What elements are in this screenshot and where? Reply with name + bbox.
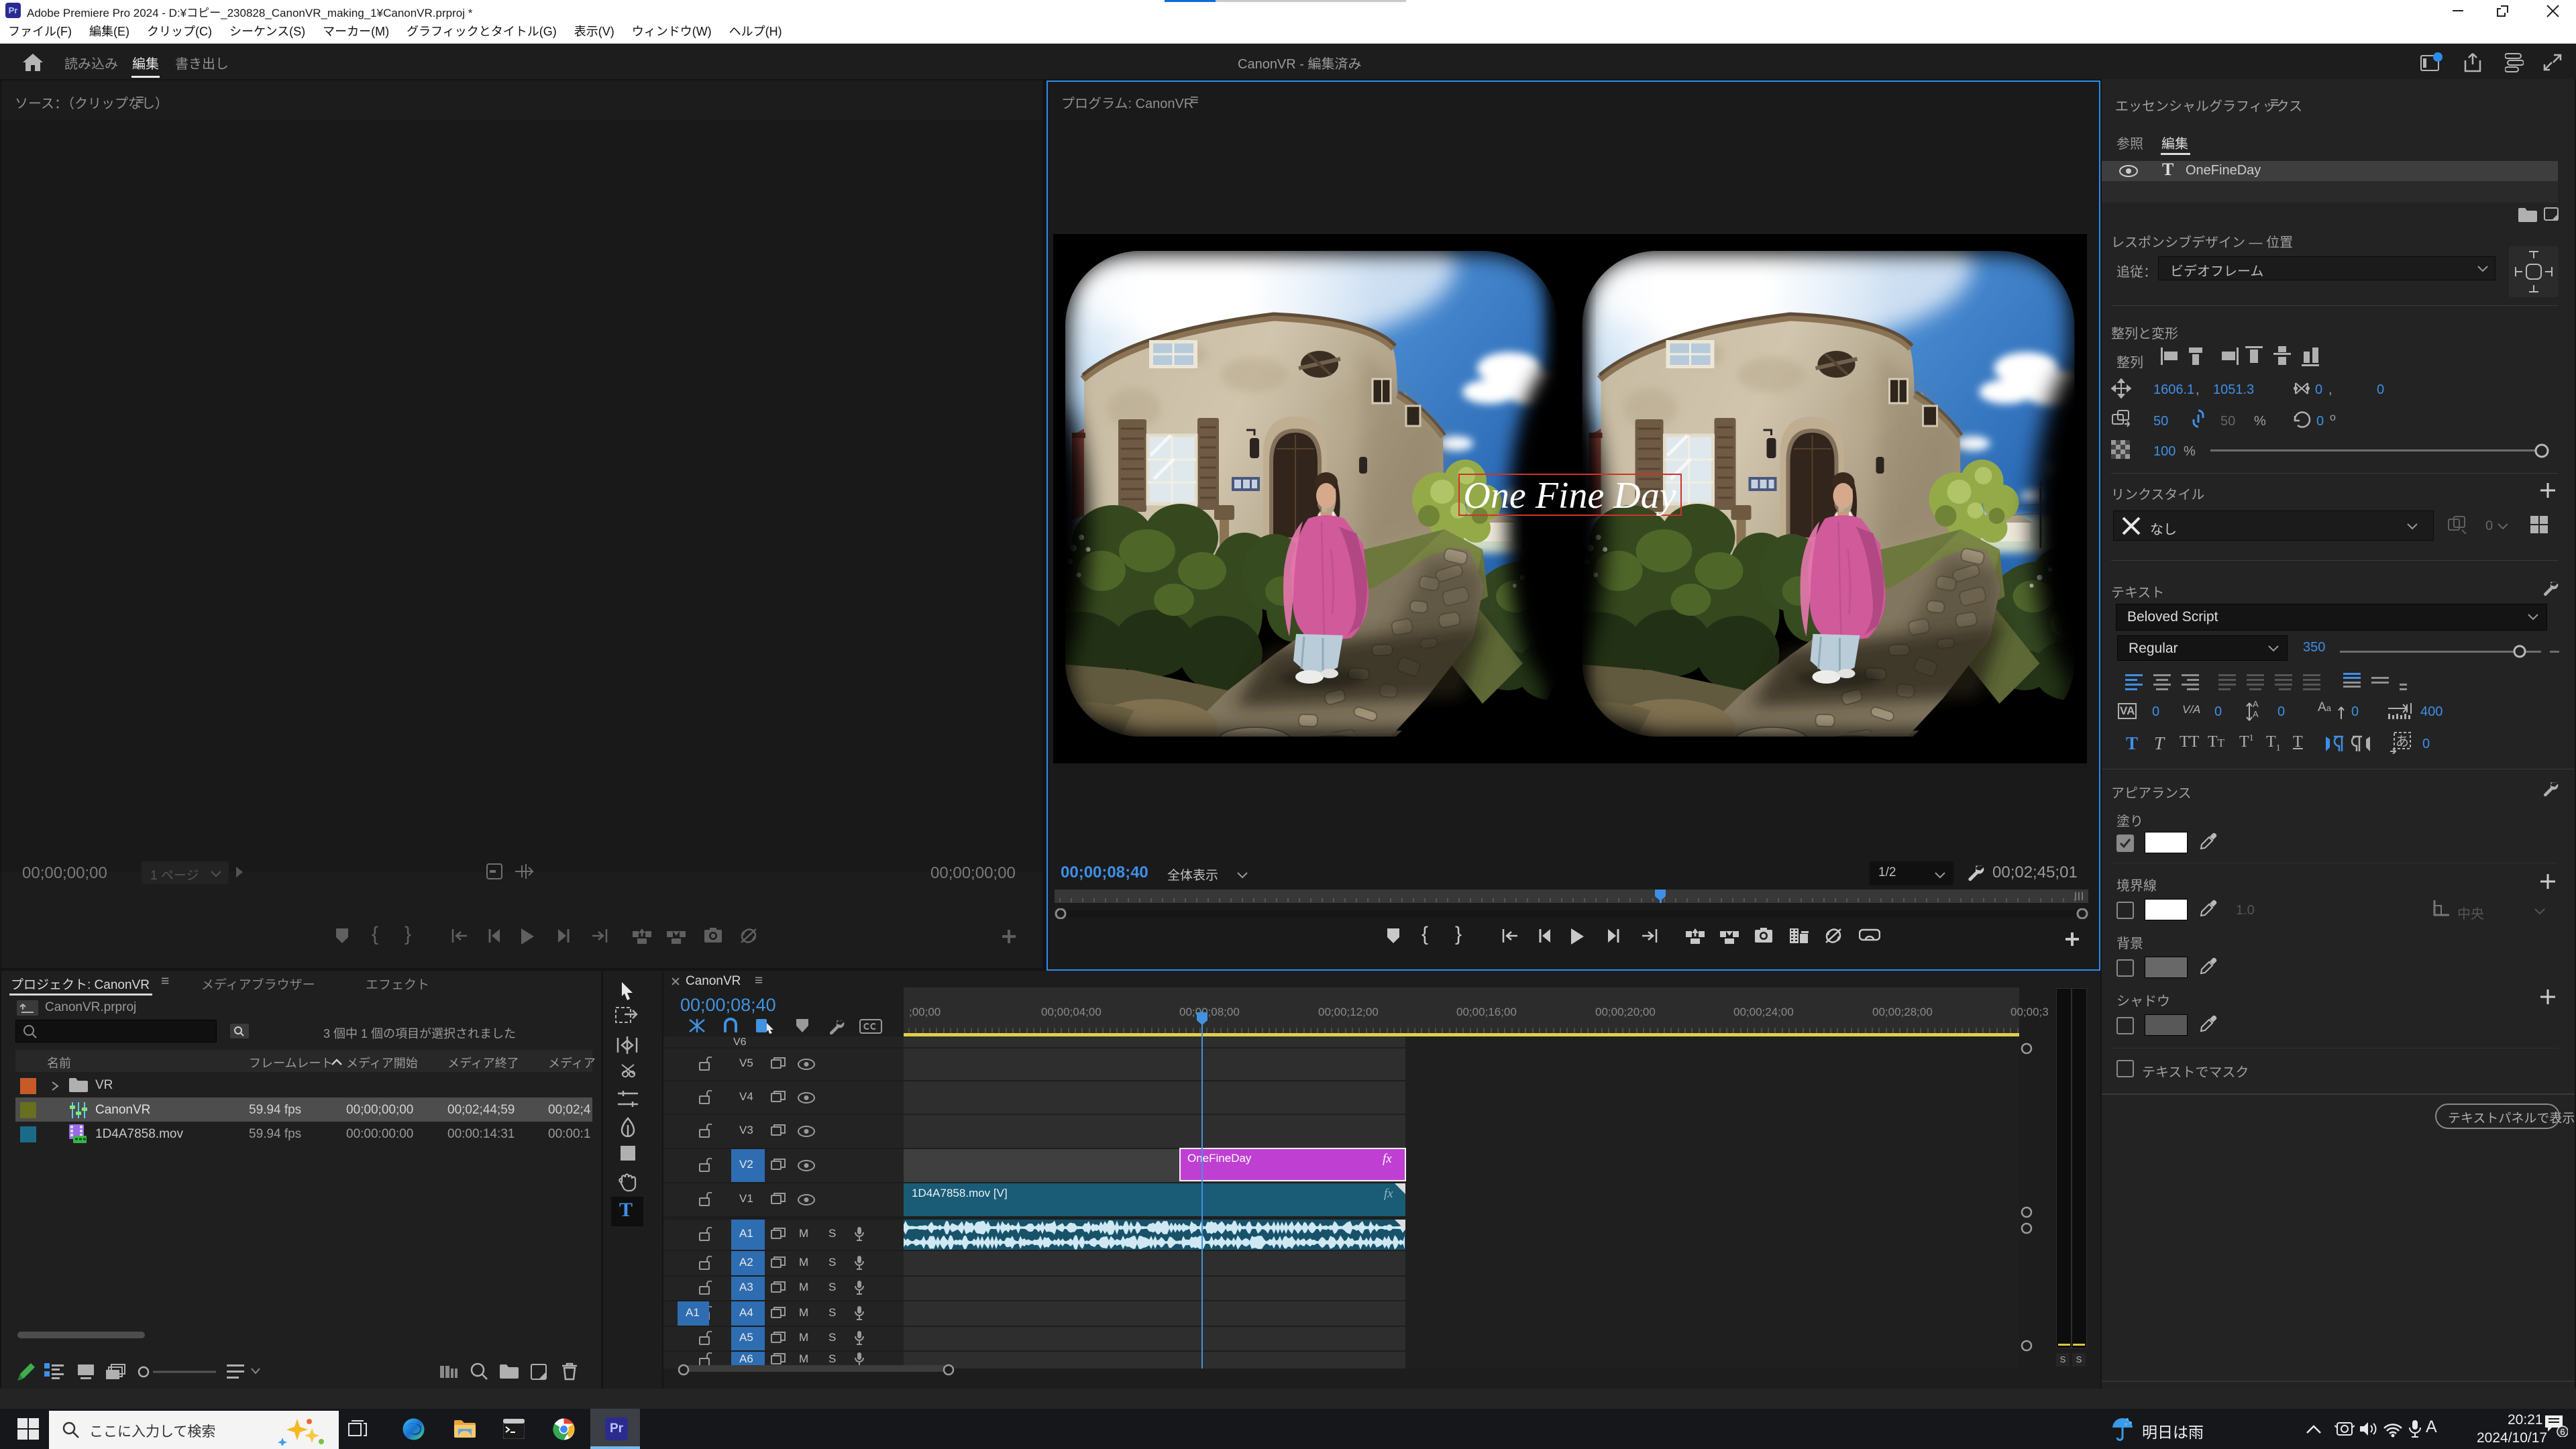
svg-text:6: 6 — [2560, 1427, 2565, 1437]
svg-text:One Fine Day: One Fine Day — [1463, 475, 1676, 517]
svg-text:あ: あ — [2396, 735, 2409, 749]
